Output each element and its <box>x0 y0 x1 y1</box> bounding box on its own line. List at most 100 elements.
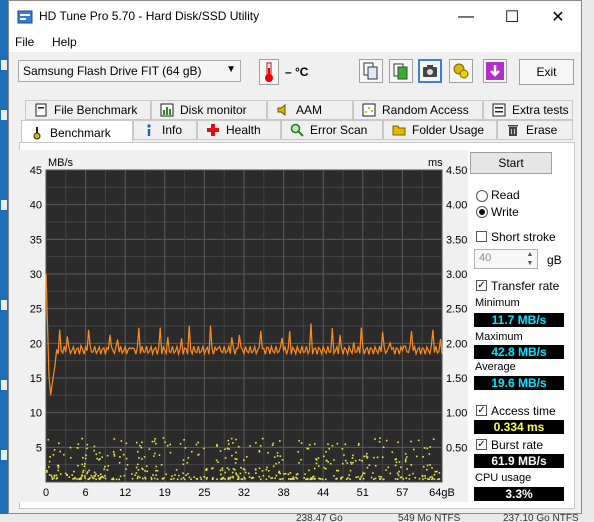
access-time-point <box>131 473 133 475</box>
spin-up-icon[interactable]: ▲ <box>524 251 536 259</box>
menu-help[interactable]: Help <box>52 35 77 49</box>
access-time-point <box>73 470 75 473</box>
y-right-tick-label: 4.00 <box>446 200 467 212</box>
extra-tests-icon <box>492 103 506 117</box>
stroke-size-input[interactable]: 40 ▲ ▼ <box>474 249 538 269</box>
access-time-point <box>327 443 329 445</box>
access-time-point <box>292 476 295 479</box>
access-time-point <box>333 475 335 477</box>
access-time-point <box>85 454 87 457</box>
tab-folder-usage[interactable]: Folder Usage <box>383 120 497 140</box>
close-button[interactable]: ✕ <box>535 1 581 32</box>
access-time-point <box>101 456 103 458</box>
access-time-point <box>227 476 230 479</box>
access-time-point <box>48 466 50 468</box>
write-label: Write <box>491 205 519 219</box>
window-title: HD Tune Pro 5.70 - Hard Disk/SSD Utility <box>39 9 260 23</box>
access-time-point <box>183 478 186 481</box>
tab-extra-tests[interactable]: Extra tests <box>483 100 573 120</box>
access-time-point <box>221 469 224 471</box>
access-time-point <box>64 472 67 475</box>
access-time-point <box>160 464 163 466</box>
minimize-button[interactable]: — <box>443 1 489 32</box>
access-time-point <box>179 443 182 445</box>
drive-select[interactable]: Samsung Flash Drive FIT (64 gB) ▼ <box>18 60 241 82</box>
access-time-point <box>118 478 120 481</box>
access-time-point <box>86 443 89 446</box>
access-time-point <box>240 466 242 469</box>
minimum-label: Minimum <box>475 297 520 309</box>
access-time-point <box>432 438 435 440</box>
access-time-point <box>197 454 199 456</box>
access-time-checkbox[interactable]: ✓ <box>476 405 487 416</box>
read-label: Read <box>491 188 520 202</box>
access-time-point <box>271 444 274 446</box>
access-time-point <box>200 478 203 481</box>
short-stroke-checkbox[interactable] <box>476 231 487 242</box>
access-time-point <box>293 478 295 480</box>
exit-button[interactable]: Exit <box>519 59 574 85</box>
tab-benchmark[interactable]: Benchmark <box>21 120 133 144</box>
y-right-tick-label: 1.00 <box>446 408 467 420</box>
access-time-point <box>228 468 230 471</box>
access-time-point <box>436 470 438 473</box>
access-time-point <box>173 477 175 480</box>
access-time-point <box>365 455 368 457</box>
access-time-point <box>217 461 219 463</box>
tab-health[interactable]: Health <box>197 120 281 140</box>
tab-info[interactable]: Info <box>133 120 197 140</box>
download-button[interactable] <box>483 59 507 83</box>
burst-rate-checkbox[interactable]: ✓ <box>476 439 487 450</box>
transfer-rate-checkbox[interactable]: ✓ <box>476 280 487 291</box>
maximize-button[interactable]: ☐ <box>489 1 535 32</box>
access-time-point <box>300 459 302 461</box>
access-time-point <box>113 453 115 455</box>
access-time-point <box>325 478 327 481</box>
access-time-point <box>387 466 390 469</box>
desktop-background <box>582 0 594 522</box>
access-time-point <box>115 478 118 481</box>
tab-file-benchmark[interactable]: File Benchmark <box>25 100 151 120</box>
access-time-point <box>118 462 121 464</box>
tab-error-scan[interactable]: Error Scan <box>281 120 383 140</box>
write-radio[interactable] <box>476 206 488 218</box>
menu-file[interactable]: File <box>15 35 34 49</box>
read-radio[interactable] <box>476 190 488 202</box>
spin-down-icon[interactable]: ▼ <box>524 260 536 268</box>
access-time-point <box>187 472 189 475</box>
start-button[interactable]: Start <box>470 152 552 174</box>
access-time-point <box>80 478 83 480</box>
access-time-point <box>240 478 243 480</box>
y-left-tick-label: 35 <box>30 234 42 246</box>
access-time-point <box>76 478 78 480</box>
access-time-point <box>176 478 179 481</box>
tab-random-access[interactable]: Random Access <box>353 100 483 120</box>
access-time-point <box>125 468 127 470</box>
copy-button[interactable] <box>359 59 383 83</box>
access-time-point <box>119 449 122 451</box>
tab-disk-monitor[interactable]: Disk monitor <box>151 100 267 120</box>
access-time-point <box>437 478 439 481</box>
access-time-point <box>347 477 349 479</box>
tab-erase[interactable]: Erase <box>497 120 573 140</box>
tab-aam[interactable]: AAM <box>267 100 353 120</box>
access-time-point <box>413 448 415 451</box>
access-time-point <box>195 443 198 446</box>
options-button[interactable] <box>449 59 473 83</box>
access-time-point <box>344 459 347 462</box>
y-right-tick-label: 2.00 <box>446 338 467 350</box>
access-time-point <box>433 478 436 481</box>
access-time-point <box>224 448 226 450</box>
access-time-point <box>104 477 107 480</box>
access-time-point <box>288 478 290 480</box>
access-time-point <box>373 456 375 459</box>
access-time-point <box>279 455 282 457</box>
access-time-point <box>48 460 51 463</box>
access-time-point <box>86 472 88 475</box>
maximum-value: 42.8 MB/s <box>474 345 564 359</box>
save-button[interactable] <box>389 59 413 83</box>
benchmark-chart: 45 40 35 30 25 20 15 10 5 4.50 4.00 3.50 3.00 2.50 2.… <box>16 150 468 502</box>
access-time-point <box>125 442 128 445</box>
access-time-point <box>152 474 154 476</box>
screenshot-button[interactable] <box>418 59 442 83</box>
